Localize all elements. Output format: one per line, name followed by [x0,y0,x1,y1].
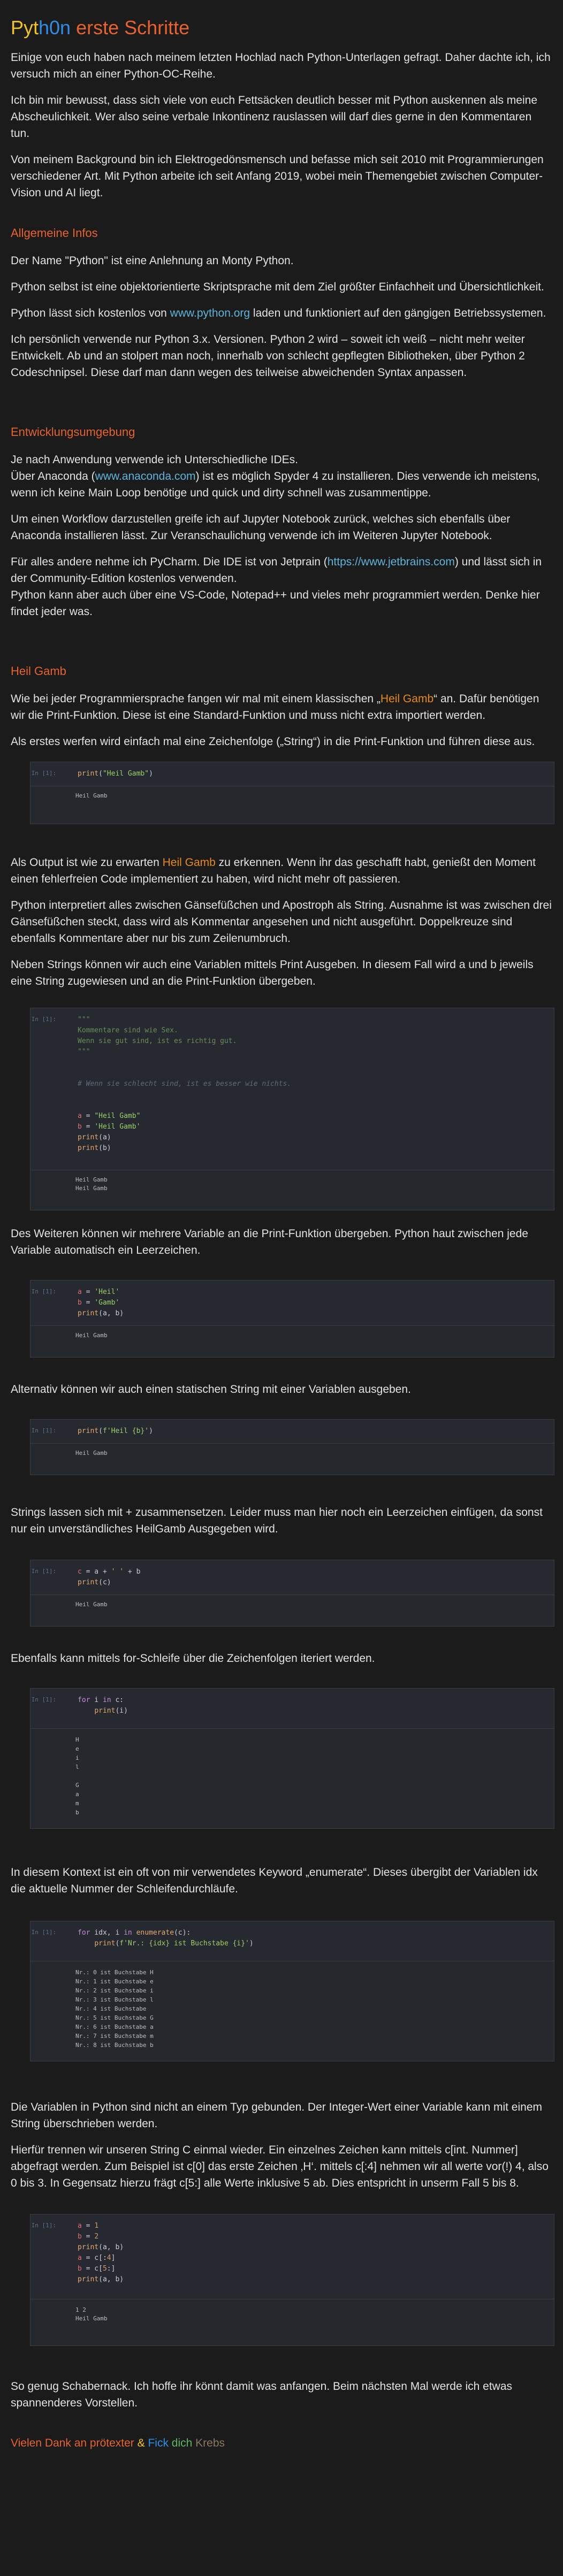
code-source: """ Kommentare sind wie Sex. Wenn sie gu… [78,1016,292,1152]
paragraph: Als Output ist wie zu erwarten Heil Gamb… [11,856,536,885]
code-output: 1 2 Heil Gamb [31,2299,554,2345]
paragraph: Des Weiteren können wir mehrere Variable… [11,1228,528,1256]
paragraph: Ebenfalls kann mittels for-Schleife über… [11,1652,375,1665]
code-cell: In [1]: for idx, i in enumerate(c): print… [30,1921,554,2061]
paragraph: Für alles andere nehme ich PyCharm. Die … [11,556,542,585]
python-link[interactable]: www.python.org [170,307,250,319]
code-cell: In [1]: print("Heil Gamb") Heil Gamb [30,762,554,824]
cell-prompt: In [1]: [31,1929,56,1936]
code-cell: In [1]: c = a + ' ' + b print(c) Heil Gam… [30,1560,554,1627]
code-output: Heil Gamb [31,786,554,824]
code-cell: In [1]: a = 'Heil' b = 'Gamb' print(a, b)… [30,1280,554,1358]
page-title: Pyth0n erste Schritte [11,17,190,39]
section-heading-heilgamb: Heil Gamb [11,664,66,678]
article: Pyth0n erste Schritte Einige von euch ha… [0,0,563,2451]
paragraph: Strings lassen sich mit + zusammensetzen… [11,1506,543,1535]
jetbrains-link[interactable]: https://www.jetbrains.com [328,556,455,568]
cell-prompt: In [1]: [31,1288,56,1295]
footer-thanks: Vielen Dank an prötexter & Fick dich Kre… [11,2437,225,2449]
code-source: print(f'Heil {b}') [78,1427,153,1435]
paragraph: Um einen Workflow darzustellen greife ic… [11,513,511,542]
paragraph: Python selbst ist eine objektorientierte… [11,281,544,293]
code-output: H e i l G a m b [31,1729,554,1828]
code-source: c = a + ' ' + b print(c) [78,1568,141,1586]
code-cell: In [1]: for i in c: print(i) H e i l G a … [30,1688,554,1829]
code-output: Nr.: 0 ist Buchstabe H Nr.: 1 ist Buchst… [31,1961,554,2061]
intro-paragraph: Ich bin mir bewusst, dass sich viele von… [11,94,537,140]
paragraph: Hierfür trennen wir unseren String C ein… [11,2144,549,2189]
cell-prompt: In [1]: [31,1696,56,1703]
paragraph: Neben Strings können wir auch eine Varia… [11,959,534,987]
code-source: a = 'Heil' b = 'Gamb' print(a, b) [78,1288,124,1317]
code-cell: In [1]: print(f'Heil {b}') Heil Gamb [30,1419,554,1475]
section-heading-ide: Entwicklungsumgebung [11,425,135,439]
code-cell: In [1]: """ Kommentare sind wie Sex. Wenn… [30,1008,554,1210]
cell-prompt: In [1]: [31,2222,56,2229]
paragraph: Je nach Anwendung verwende ich Unterschi… [11,454,298,466]
paragraph: In diesem Kontext ist ein oft von mir ve… [11,1866,538,1895]
intro-paragraph: Von meinem Background bin ich Elektroged… [11,154,544,199]
intro-paragraph: Einige von euch haben nach meinem letzte… [11,51,551,80]
paragraph: Python lässt sich kostenlos von www.pyth… [11,307,546,319]
code-output: Heil Gamb [31,1595,554,1626]
paragraph: Wie bei jeder Programmiersprache fangen … [11,693,539,722]
code-output: Heil Gamb Heil Gamb [31,1170,554,1210]
cell-prompt: In [1]: [31,1016,56,1023]
code-source: print("Heil Gamb") [78,770,153,778]
paragraph: Alternativ können wir auch einen statisc… [11,1383,411,1396]
paragraph: Als erstes werfen wird einfach mal eine … [11,735,535,748]
paragraph: Ich persönlich verwende nur Python 3.x. … [11,333,525,379]
code-source: for idx, i in enumerate(c): print(f'Nr.:… [78,1929,254,1948]
paragraph: Der Name "Python" ist eine Anlehnung an … [11,255,294,267]
paragraph: Python interpretiert alles zwischen Gäns… [11,899,552,945]
code-cell: In [1]: a = 1 b = 2 print(a, b) a = c[:4]… [30,2214,554,2346]
cell-prompt: In [1]: [31,1427,56,1434]
paragraph: Python kann aber auch über eine VS-Code,… [11,589,540,618]
paragraph: So genug Schabernack. Ich hoffe ihr könn… [11,2380,512,2409]
cell-prompt: In [1]: [31,770,56,777]
code-source: a = 1 b = 2 print(a, b) a = c[:4] b = c[… [78,2222,124,2283]
code-output: Heil Gamb [31,1326,554,1357]
section-heading-infos: Allgemeine Infos [11,226,98,240]
code-output: Heil Gamb [31,1444,554,1475]
anaconda-link[interactable]: www.anaconda.com [95,470,196,482]
code-source: for i in c: print(i) [78,1696,128,1715]
paragraph: Die Variablen in Python sind nicht an ei… [11,2101,542,2130]
paragraph: Über Anaconda (www.anaconda.com) ist es … [11,470,540,499]
cell-prompt: In [1]: [31,1568,56,1575]
